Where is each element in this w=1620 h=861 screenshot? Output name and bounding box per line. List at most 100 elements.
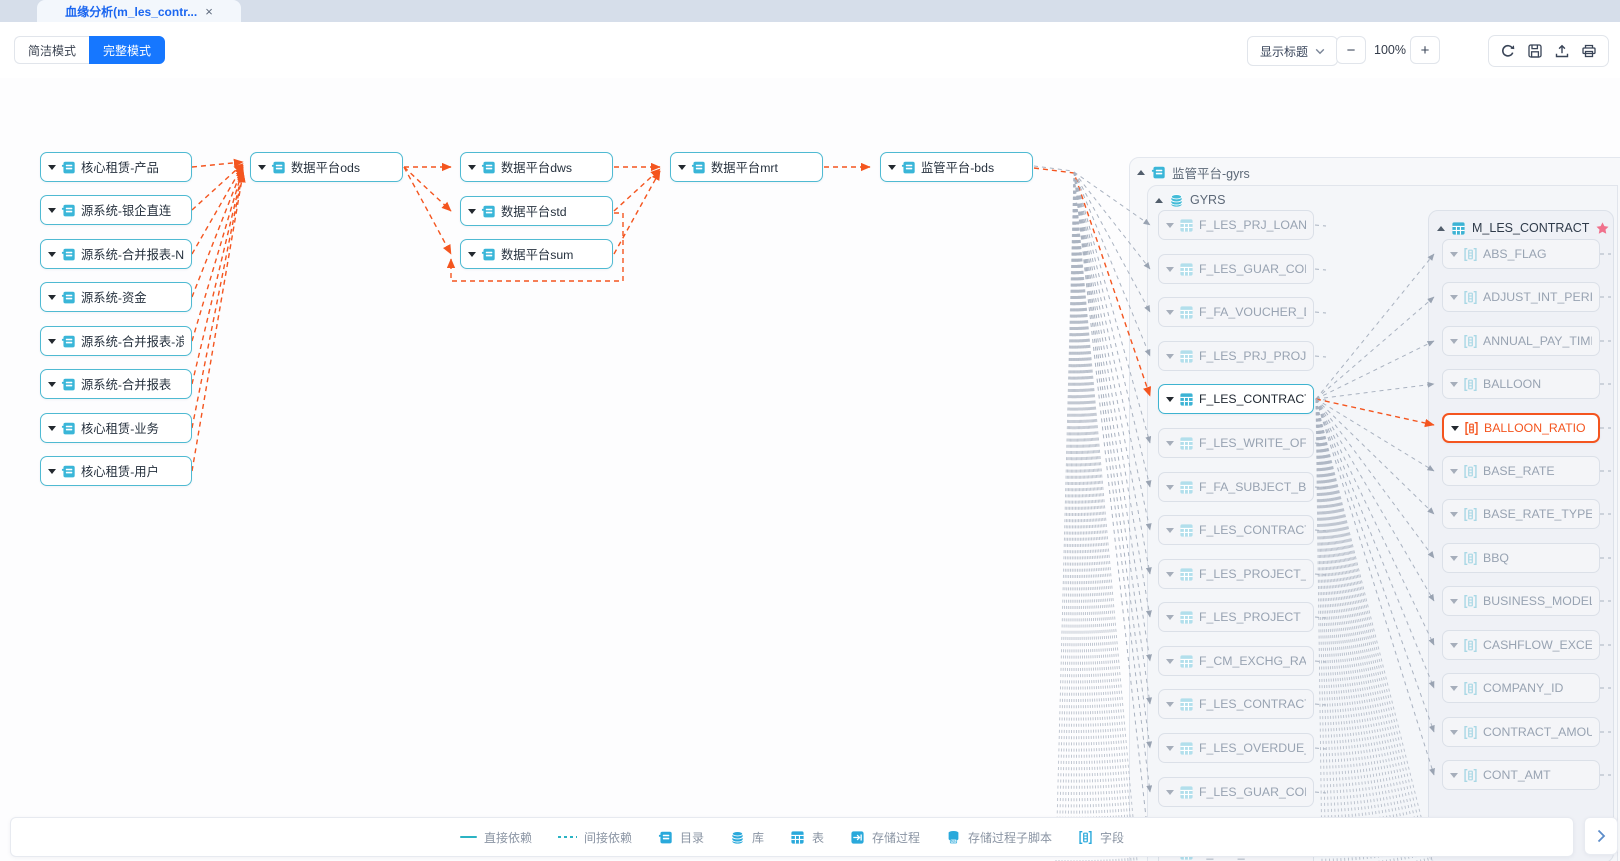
expand-caret-icon[interactable] [468, 252, 476, 257]
expand-caret-icon[interactable] [1166, 702, 1174, 707]
node-f-les-project[interactable]: F_LES_PROJECT_... [1158, 559, 1314, 589]
node-company-id[interactable]: COMPANY_ID [1442, 673, 1600, 703]
expand-caret-icon[interactable] [1166, 485, 1174, 490]
zoom-in-button[interactable]: + [1410, 36, 1440, 64]
expand-caret-icon[interactable] [1450, 556, 1458, 561]
refresh-icon[interactable] [1500, 43, 1516, 59]
expand-caret-icon[interactable] [1450, 339, 1458, 344]
expand-caret-icon[interactable] [1450, 686, 1458, 691]
expand-caret-icon[interactable] [678, 165, 686, 170]
node-f-les-prj-proje[interactable]: F_LES_PRJ_PROJE... [1158, 341, 1314, 371]
close-icon[interactable]: × [205, 5, 213, 18]
node-cont-amt[interactable]: CONT_AMT [1442, 760, 1600, 790]
expand-caret-icon[interactable] [1166, 746, 1174, 751]
expand-caret-icon[interactable] [1166, 397, 1174, 402]
simple-mode-button[interactable]: 简洁模式 [14, 36, 89, 64]
expand-caret-icon[interactable] [48, 165, 56, 170]
expand-caret-icon[interactable] [1166, 223, 1174, 228]
expand-caret-icon[interactable] [1166, 528, 1174, 533]
expand-caret-icon[interactable] [1450, 643, 1458, 648]
expand-caret-icon[interactable] [48, 295, 56, 300]
node-f-les-guar-con[interactable]: F_LES_GUAR_CON... [1158, 777, 1314, 807]
expand-caret-icon[interactable] [1450, 730, 1458, 735]
show-title-dropdown[interactable]: 显示标题 [1247, 36, 1338, 66]
expand-caret-icon[interactable] [48, 382, 56, 387]
node-contract-amou[interactable]: CONTRACT_AMOU... [1442, 717, 1600, 747]
expand-caret-icon[interactable] [1166, 615, 1174, 620]
expand-caret-icon[interactable] [888, 165, 896, 170]
node-f-les-contract[interactable]: F_LES_CONTRACT... [1158, 689, 1314, 719]
full-mode-button[interactable]: 完整模式 [89, 36, 165, 64]
collapse-caret-icon[interactable] [1437, 226, 1445, 231]
node-f-les-contract[interactable]: F_LES_CONTRACT [1158, 384, 1314, 414]
expand-caret-icon[interactable] [1166, 572, 1174, 577]
expand-caret-icon[interactable] [1450, 252, 1458, 257]
expand-caret-icon[interactable] [1450, 773, 1458, 778]
node-std[interactable]: 数据平台std [460, 196, 613, 226]
expand-caret-icon[interactable] [48, 252, 56, 257]
node-adjust-int-peri[interactable]: ADJUST_INT_PERI... [1442, 282, 1600, 312]
zoom-out-button[interactable]: − [1336, 36, 1366, 64]
node-[interactable]: 源系统-银企直连 [40, 195, 192, 225]
node-f-fa-voucher-d[interactable]: F_FA_VOUCHER_D... [1158, 297, 1314, 327]
node-annual-pay-times[interactable]: ANNUAL_PAY_TIMES [1442, 326, 1600, 356]
expand-caret-icon[interactable] [468, 209, 476, 214]
node-base-rate-type[interactable]: BASE_RATE_TYPE [1442, 499, 1600, 529]
node-[interactable]: 源系统-合并报表-浪潮 [40, 326, 192, 356]
node-f-les-overdue[interactable]: F_LES_OVERDUE_... [1158, 733, 1314, 763]
node-bds[interactable]: 监管平台-bds [880, 152, 1033, 182]
expand-caret-icon[interactable] [48, 426, 56, 431]
expand-caret-icon[interactable] [1450, 469, 1458, 474]
collapse-caret-icon[interactable] [1137, 170, 1145, 175]
expand-caret-icon[interactable] [1450, 599, 1458, 604]
tab-lineage-analysis[interactable]: 血缘分析(m_les_contr... × [37, 0, 241, 22]
node-dws[interactable]: 数据平台dws [460, 152, 613, 182]
expand-caret-icon[interactable] [48, 208, 56, 213]
node-mrt[interactable]: 数据平台mrt [670, 152, 823, 182]
node-f-fa-subject-ba[interactable]: F_FA_SUBJECT_BA... [1158, 472, 1314, 502]
save-icon[interactable] [1527, 43, 1543, 59]
expand-caret-icon[interactable] [258, 165, 266, 170]
node-abs-flag[interactable]: ABS_FLAG [1442, 239, 1600, 269]
node-[interactable]: 核心租赁-业务 [40, 413, 192, 443]
node-f-les-prj-loan[interactable]: F_LES_PRJ_LOAN_... [1158, 210, 1314, 240]
expand-caret-icon[interactable] [1166, 310, 1174, 315]
detail-table-header[interactable]: M_LES_CONTRACT [1437, 215, 1603, 241]
node-[interactable]: 源系统-合并报表 [40, 369, 192, 399]
node-base-rate[interactable]: BASE_RATE [1442, 456, 1600, 486]
node-ods[interactable]: 数据平台ods [250, 152, 403, 182]
expand-panel-button[interactable] [1584, 817, 1618, 855]
lineage-canvas[interactable]: 监管平台-gyrs GYRS M_LES_CONTRACT 核心租赁-产品源系统… [0, 78, 1620, 861]
expand-caret-icon[interactable] [1166, 354, 1174, 359]
node-f-les-project[interactable]: F_LES_PROJECT [1158, 602, 1314, 632]
expand-caret-icon[interactable] [468, 165, 476, 170]
node-balloon[interactable]: BALLOON [1442, 369, 1600, 399]
node-[interactable]: 源系统-资金 [40, 282, 192, 312]
collapse-caret-icon[interactable] [1155, 198, 1163, 203]
export-icon[interactable] [1554, 43, 1570, 59]
node-f-les-guar-con[interactable]: F_LES_GUAR_CON... [1158, 254, 1314, 284]
node-bbq[interactable]: BBQ [1442, 543, 1600, 573]
expand-caret-icon[interactable] [1166, 659, 1174, 664]
expand-caret-icon[interactable] [1451, 426, 1459, 431]
expand-caret-icon[interactable] [1450, 295, 1458, 300]
expand-caret-icon[interactable] [1450, 382, 1458, 387]
expand-caret-icon[interactable] [1450, 512, 1458, 517]
node-f-les-contract[interactable]: F_LES_CONTRACT... [1158, 515, 1314, 545]
node-balloon-ratio[interactable]: BALLOON_RATIO [1442, 413, 1600, 443]
print-icon[interactable] [1581, 43, 1597, 59]
expand-caret-icon[interactable] [1166, 790, 1174, 795]
panel-gyrs-header[interactable]: 监管平台-gyrs [1137, 159, 1250, 185]
node-f-les-write-off[interactable]: F_LES_WRITE_OFF [1158, 428, 1314, 458]
node-nav[interactable]: 源系统-合并报表-Nav [40, 239, 192, 269]
node-f-cm-exchg-rate[interactable]: F_CM_EXCHG_RATE [1158, 646, 1314, 676]
expand-caret-icon[interactable] [1166, 267, 1174, 272]
node-business-model[interactable]: BUSINESS_MODEL [1442, 586, 1600, 616]
expand-caret-icon[interactable] [48, 339, 56, 344]
node-cashflow-excep[interactable]: CASHFLOW_EXCEP... [1442, 630, 1600, 660]
expand-caret-icon[interactable] [48, 469, 56, 474]
node-sum[interactable]: 数据平台sum [460, 239, 613, 269]
expand-caret-icon[interactable] [1166, 441, 1174, 446]
node-[interactable]: 核心租赁-用户 [40, 456, 192, 486]
favorite-star-icon[interactable] [1595, 221, 1610, 236]
